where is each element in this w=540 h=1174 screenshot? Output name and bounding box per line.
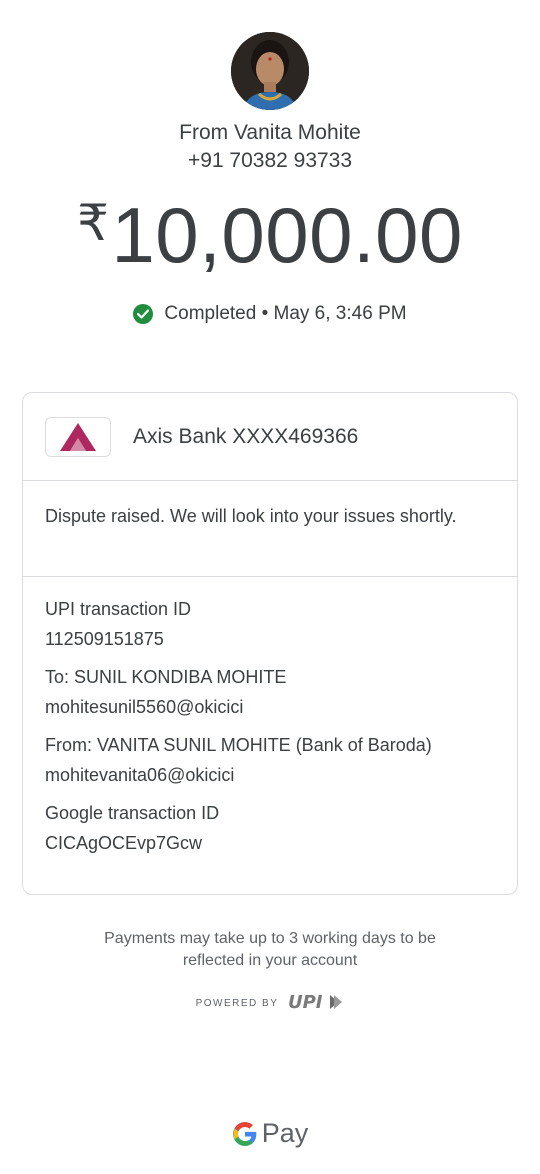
transaction-details: UPI transaction ID 112509151875 To: SUNI… [23, 577, 517, 855]
sender-phone: +91 70382 93733 [187, 149, 353, 172]
currency-symbol: ₹ [77, 195, 110, 251]
amount-display: ₹10,000.00 [0, 190, 540, 281]
amount-value: 10,000.00 [111, 191, 463, 279]
detail-value[interactable]: 112509151875 [45, 627, 495, 651]
from-sender: From: VANITA SUNIL MOHITE (Bank of Barod… [45, 733, 495, 787]
sender-name: From Vanita Mohite [179, 121, 361, 144]
bank-account-row[interactable]: Axis Bank XXXX469366 [23, 393, 517, 481]
detail-value[interactable]: CICAgOCEvp7Gcw [45, 831, 495, 855]
bank-account-name: Axis Bank XXXX469366 [133, 424, 359, 448]
note-line-2: reflected in your account [182, 952, 358, 969]
google-g-icon [232, 1121, 257, 1146]
upi-logo-icon: UPI [288, 992, 343, 1013]
transaction-details-screen: From Vanita Mohite +91 70382 93733 ₹10,0… [0, 0, 540, 1174]
sender-avatar[interactable] [231, 32, 309, 110]
to-recipient: To: SUNIL KONDIBA MOHITE mohitesunil5560… [45, 665, 495, 719]
note-line-1: Payments may take up to 3 working days t… [104, 930, 436, 947]
upi-transaction-id: UPI transaction ID 112509151875 [45, 597, 495, 651]
dispute-message: Dispute raised. We will look into your i… [23, 481, 517, 577]
detail-label: To: SUNIL KONDIBA MOHITE [45, 667, 287, 687]
detail-value[interactable]: mohitevanita06@okicici [45, 763, 495, 787]
detail-label: Google transaction ID [45, 803, 220, 823]
detail-label: From: VANITA SUNIL MOHITE (Bank of Barod… [45, 735, 432, 755]
google-transaction-id: Google transaction ID CICAgOCEvp7Gcw [45, 801, 495, 855]
check-circle-icon [133, 304, 154, 324]
detail-value[interactable]: mohitesunil5560@okicici [45, 695, 495, 719]
status-text: Completed • May 6, 3:46 PM [164, 303, 407, 324]
payment-delay-note: Payments may take up to 3 working days t… [0, 928, 540, 972]
detail-label: UPI transaction ID [45, 599, 192, 619]
powered-by-upi: POWERED BY UPI [0, 991, 540, 1015]
google-pay-brand: Pay [0, 1118, 540, 1149]
axis-bank-logo-icon [45, 416, 111, 457]
pay-wordmark: Pay [261, 1118, 309, 1148]
upi-logo-text: UPI [288, 992, 323, 1013]
avatar-photo [231, 32, 309, 110]
transaction-card: Axis Bank XXXX469366 Dispute raised. We … [22, 392, 518, 895]
powered-by-label: POWERED BY [195, 997, 279, 1009]
status-row: Completed • May 6, 3:46 PM [0, 303, 540, 325]
